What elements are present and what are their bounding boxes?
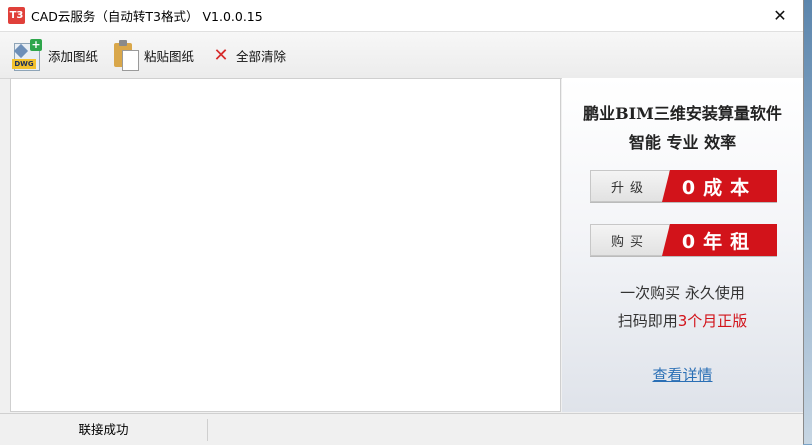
status-bar: 联接成功 [0,413,803,445]
window-title: CAD云服务（自动转T3格式） V1.0.0.15 [31,9,263,24]
purchase-badge-label: 购买 [590,224,670,256]
app-window: T3 CAD云服务（自动转T3格式） V1.0.0.15 ✕ + DWG 添加图… [0,0,804,445]
upgrade-badge-value: 0成本 [662,170,777,202]
clear-all-button[interactable]: ✕ 全部清除 [210,37,286,73]
add-dwg-icon: + DWG [12,39,44,71]
desktop-background [804,0,812,444]
promo-line-scan-highlight: 3个月正版 [677,312,748,330]
promo-subtitle: 智能 专业 效率 [628,133,737,152]
clear-all-label: 全部清除 [236,48,287,64]
toolbar: + DWG 添加图纸 粘贴图纸 ✕ 全部清除 [0,31,803,79]
close-icon: ✕ [773,6,787,25]
drawing-list-area[interactable] [10,78,561,412]
title-bar: T3 CAD云服务（自动转T3格式） V1.0.0.15 ✕ [0,0,803,31]
paste-clipboard-icon [112,39,140,71]
purchase-badge: 购买 0年租 [590,224,777,256]
promo-title: 鹏业BIM三维安装算量软件 [583,104,782,123]
promo-panel: 鹏业BIM三维安装算量软件 智能 专业 效率 升级 0成本 购买 0年租 一次购… [562,78,803,412]
purchase-badge-value: 0年租 [662,224,777,256]
add-drawing-label: 添加图纸 [48,48,99,64]
upgrade-badge: 升级 0成本 [590,170,777,202]
upgrade-badge-label: 升级 [590,170,670,202]
add-drawing-button[interactable]: + DWG 添加图纸 [12,37,98,73]
clear-x-icon: ✕ [213,44,229,66]
close-button[interactable]: ✕ [757,0,803,31]
promo-line-scan-prefix: 扫码即用 [617,312,678,330]
paste-drawing-button[interactable]: 粘贴图纸 [112,37,194,73]
view-details-link[interactable]: 查看详情 [562,364,803,385]
promo-line-scan: 扫码即用3个月正版 [562,310,803,331]
promo-line-permanent: 一次购买 永久使用 [620,284,745,302]
paste-drawing-label: 粘贴图纸 [144,48,195,64]
connection-status: 联接成功 [0,418,208,441]
app-logo-icon: T3 [8,7,25,24]
